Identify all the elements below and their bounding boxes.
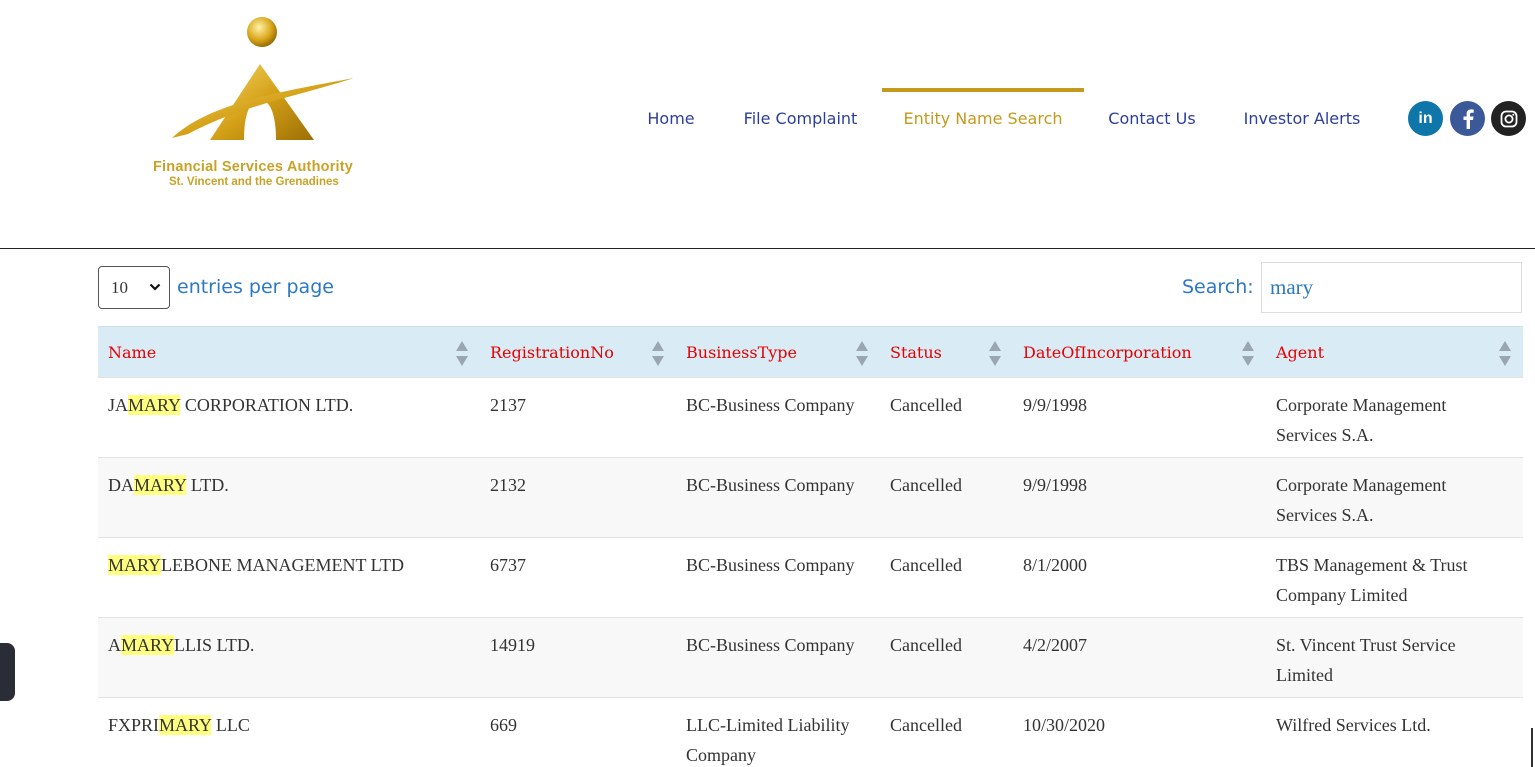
logo-country: St. Vincent and the Grenadines <box>169 176 339 188</box>
table-row[interactable]: AMARYLLIS LTD. 14919 BC-Business Company… <box>98 617 1523 697</box>
chevron-down-icon <box>149 283 161 291</box>
search-highlight: MARY <box>159 715 212 735</box>
sort-icon[interactable] <box>455 340 469 367</box>
cell-status: Cancelled <box>890 555 962 575</box>
nav-entity-name-search[interactable]: Entity Name Search <box>882 88 1084 148</box>
column-header-status[interactable]: Status <box>890 327 942 378</box>
entries-per-page-label: entries per page <box>177 276 334 298</box>
instagram-icon[interactable] <box>1491 101 1526 136</box>
cell-business-type: BC-Business Company <box>686 475 855 495</box>
cell-status: Cancelled <box>890 395 962 415</box>
column-header-date-of-incorporation[interactable]: DateOfIncorporation <box>1023 327 1192 378</box>
facebook-icon[interactable] <box>1450 101 1485 136</box>
cell-agent: TBS Management & Trust Company Limited <box>1276 555 1468 605</box>
side-widget-tab[interactable] <box>0 643 15 701</box>
cell-agent: Corporate Management Services S.A. <box>1276 475 1447 525</box>
cell-name: AMARYLLIS LTD. <box>108 635 255 655</box>
cell-business-type: BC-Business Company <box>686 635 855 655</box>
search-label: Search: <box>1182 276 1254 298</box>
logo-org-name: Financial Services Authority <box>153 159 354 175</box>
cell-agent: Wilfred Services Ltd. <box>1276 715 1431 735</box>
nav-investor-alerts[interactable]: Investor Alerts <box>1234 90 1370 146</box>
sort-icon[interactable] <box>855 340 869 367</box>
cell-name: DAMARY LTD. <box>108 475 229 495</box>
cell-name: FXPRIMARY LLC <box>108 715 250 735</box>
entries-per-page-select[interactable]: 10 <box>98 266 170 309</box>
cell-name: JAMARY CORPORATION LTD. <box>108 395 354 415</box>
table-row[interactable]: FXPRIMARY LLC 669 LLC-Limited Liability … <box>98 697 1523 767</box>
table-row[interactable]: MARYLEBONE MANAGEMENT LTD 6737 BC-Busine… <box>98 537 1523 617</box>
cell-registration-no: 2137 <box>490 395 526 415</box>
cell-business-type: BC-Business Company <box>686 395 855 415</box>
entity-table: Name RegistrationNo BusinessType Status … <box>98 326 1523 767</box>
linkedin-icon[interactable]: in <box>1408 101 1443 136</box>
table-row[interactable]: JAMARY CORPORATION LTD. 2137 BC-Business… <box>98 377 1523 457</box>
nav-file-complaint[interactable]: File Complaint <box>734 90 867 146</box>
entries-per-page-value: 10 <box>111 277 128 297</box>
sort-icon[interactable] <box>1498 340 1512 367</box>
search-highlight: MARY <box>134 475 187 495</box>
cell-business-type: LLC-Limited Liability Company <box>686 715 850 765</box>
search-highlight: MARY <box>128 395 181 415</box>
column-header-business-type[interactable]: BusinessType <box>686 327 797 378</box>
cell-registration-no: 6737 <box>490 555 526 575</box>
cell-status: Cancelled <box>890 635 962 655</box>
cell-date-of-incorporation: 10/30/2020 <box>1023 715 1106 735</box>
cell-agent: Corporate Management Services S.A. <box>1276 395 1447 445</box>
cell-status: Cancelled <box>890 715 962 735</box>
site-header: Financial Services Authority St. Vincent… <box>0 0 1535 249</box>
cell-date-of-incorporation: 4/2/2007 <box>1023 635 1088 655</box>
column-header-registration-no[interactable]: RegistrationNo <box>490 327 614 378</box>
cell-registration-no: 14919 <box>490 635 535 655</box>
cell-status: Cancelled <box>890 475 962 495</box>
sort-icon[interactable] <box>988 340 1002 367</box>
cell-registration-no: 2132 <box>490 475 526 495</box>
cell-registration-no: 669 <box>490 715 517 735</box>
sort-icon[interactable] <box>1241 340 1255 367</box>
cell-business-type: BC-Business Company <box>686 555 855 575</box>
search-highlight: MARY <box>108 555 162 575</box>
column-header-agent[interactable]: Agent <box>1276 327 1324 378</box>
table-header: Name RegistrationNo BusinessType Status … <box>98 326 1523 377</box>
cell-date-of-incorporation: 9/9/1998 <box>1023 475 1088 495</box>
cell-agent: St. Vincent Trust Service Limited <box>1276 635 1456 685</box>
nav-contact-us[interactable]: Contact Us <box>1098 90 1206 146</box>
column-header-name[interactable]: Name <box>108 327 156 378</box>
table-row[interactable]: DAMARY LTD. 2132 BC-Business Company Can… <box>98 457 1523 537</box>
cell-date-of-incorporation: 9/9/1998 <box>1023 395 1088 415</box>
cell-name: MARYLEBONE MANAGEMENT LTD <box>108 555 405 575</box>
search-highlight: MARY <box>121 635 175 655</box>
search-input[interactable] <box>1261 262 1522 313</box>
cell-date-of-incorporation: 8/1/2000 <box>1023 555 1088 575</box>
scroll-edge-marker <box>1531 728 1533 767</box>
nav-home[interactable]: Home <box>638 90 704 146</box>
sort-icon[interactable] <box>651 340 665 367</box>
